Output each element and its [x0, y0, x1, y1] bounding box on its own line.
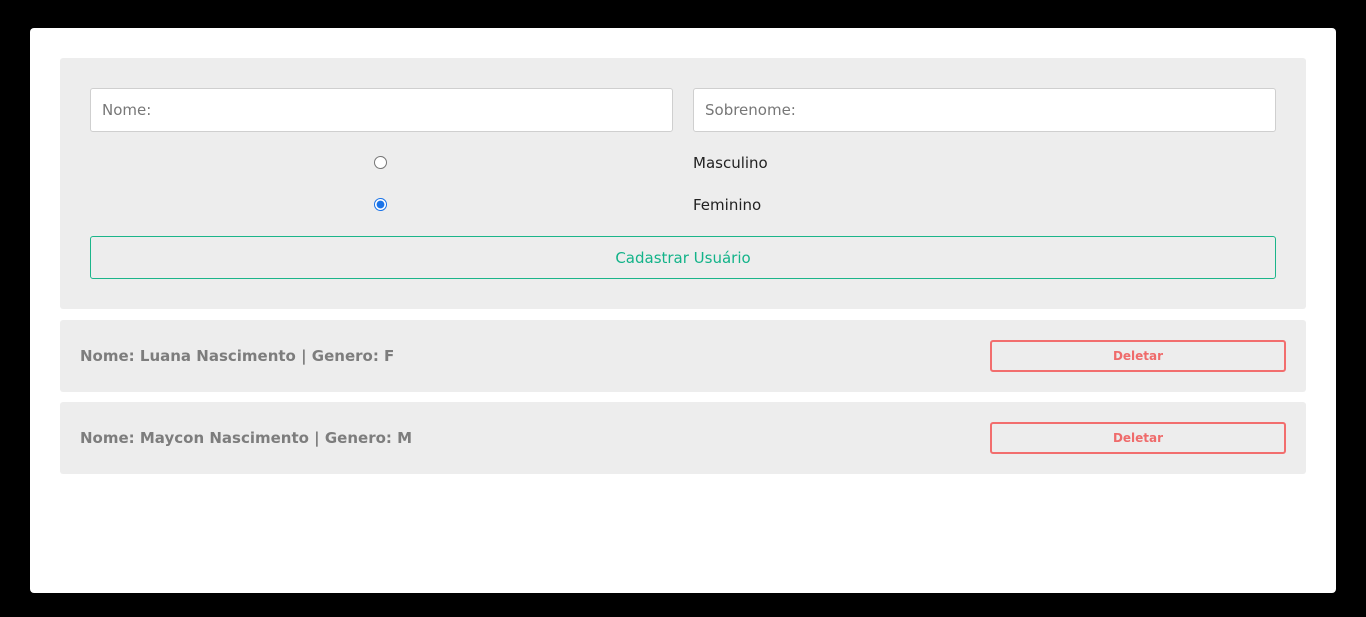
gender-option-female: Feminino	[60, 193, 1306, 217]
user-info-text: Nome: Maycon Nascimento | Genero: M	[80, 429, 413, 447]
gender-option-male: Masculino	[60, 151, 1306, 175]
user-registration-form: Masculino Feminino Cadastrar Usuário	[60, 58, 1306, 309]
gender-radio-male[interactable]	[374, 156, 387, 169]
user-list-item: Nome: Maycon Nascimento | Genero: M Dele…	[60, 402, 1306, 474]
delete-user-button[interactable]: Deletar	[990, 422, 1286, 454]
main-card: Masculino Feminino Cadastrar Usuário Nom…	[30, 28, 1336, 593]
gender-label-male: Masculino	[693, 154, 768, 172]
register-user-button[interactable]: Cadastrar Usuário	[90, 236, 1276, 279]
delete-user-button[interactable]: Deletar	[990, 340, 1286, 372]
user-info-text: Nome: Luana Nascimento | Genero: F	[80, 347, 395, 365]
last-name-input[interactable]	[693, 88, 1276, 132]
first-name-input[interactable]	[90, 88, 673, 132]
gender-label-female: Feminino	[693, 196, 762, 214]
user-list-item: Nome: Luana Nascimento | Genero: F Delet…	[60, 320, 1306, 392]
gender-radio-female[interactable]	[374, 198, 387, 211]
